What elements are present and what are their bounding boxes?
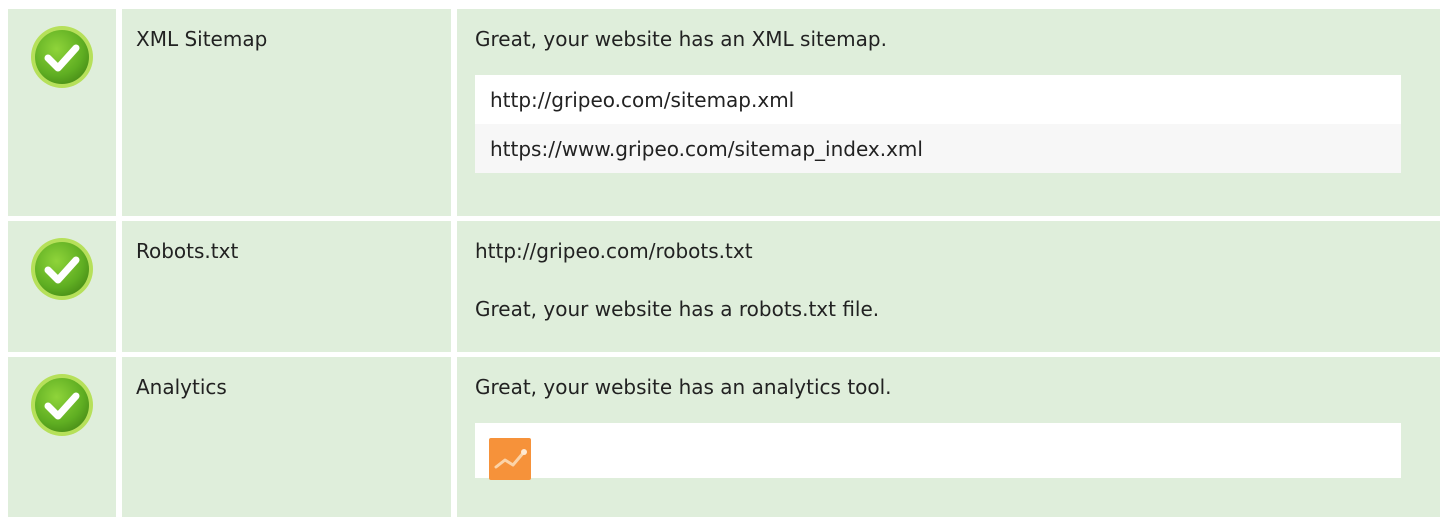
result-message: Great, your website has an analytics too… [475,375,892,399]
check-icon [30,373,94,437]
check-label: XML Sitemap [122,9,451,216]
robots-url: http://gripeo.com/robots.txt [475,239,753,263]
row-analytics: Analytics Great, your website has an ana… [8,357,1440,517]
check-result: Great, your website has an XML sitemap. … [457,9,1440,216]
row-robots-txt: Robots.txt http://gripeo.com/robots.txt … [8,221,1440,352]
check-label: Analytics [122,357,451,517]
status-cell [8,9,116,216]
seo-check-table: XML Sitemap Great, your website has an X… [8,9,1440,517]
result-message: Great, your website has a robots.txt fil… [475,297,880,321]
sitemap-url: https://www.gripeo.com/sitemap_index.xml [475,124,1401,173]
google-analytics-logo-icon [489,438,531,480]
check-icon [30,25,94,89]
sitemap-url: http://gripeo.com/sitemap.xml [490,87,795,112]
check-result: http://gripeo.com/robots.txt Great, your… [457,221,1440,352]
row-xml-sitemap: XML Sitemap Great, your website has an X… [8,9,1440,216]
check-icon [30,237,94,301]
check-result: Great, your website has an analytics too… [457,357,1440,517]
result-message: Great, your website has an XML sitemap. [475,27,887,51]
check-label: Robots.txt [122,221,451,352]
analytics-tools [475,423,1401,480]
status-cell [8,221,116,352]
status-cell [8,357,116,517]
sitemap-list: http://gripeo.com/sitemap.xml https://ww… [475,75,1401,173]
